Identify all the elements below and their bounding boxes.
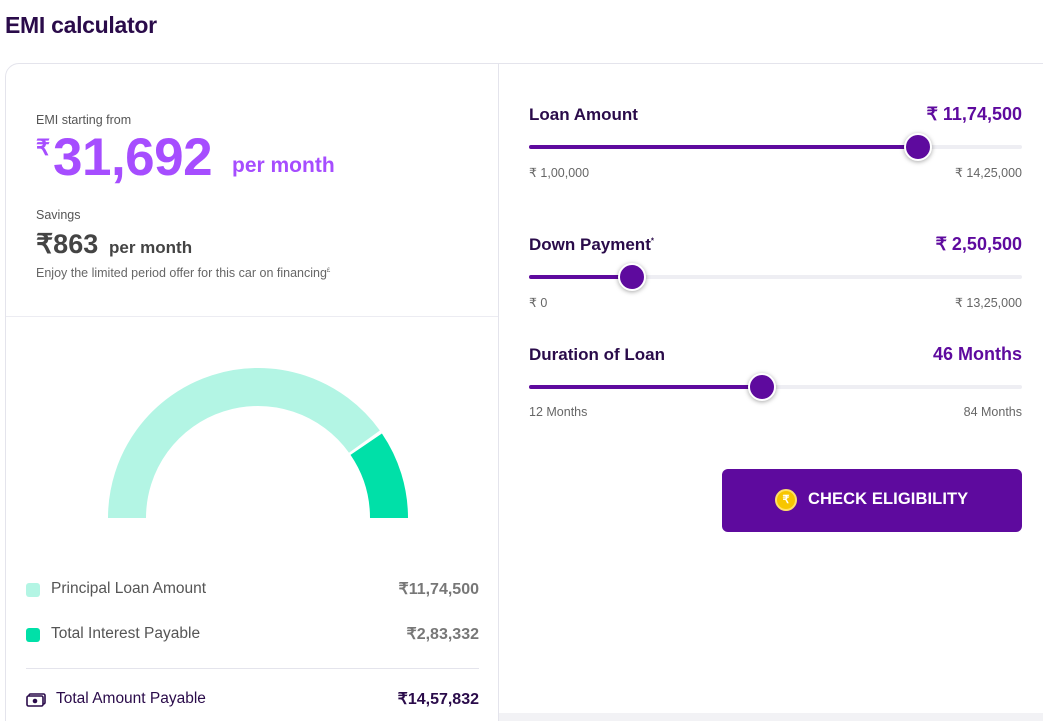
offer-text-label: Enjoy the limited period offer for this …	[36, 266, 327, 280]
down-payment-slider: Down Payment* ₹ 2,50,500 ₹ 0 ₹ 13,25,000	[529, 234, 1022, 315]
total-divider	[26, 668, 479, 669]
down-payment-fill	[529, 275, 632, 279]
interest-label: Total Interest Payable	[51, 625, 201, 642]
principal-value: ₹11,74,500	[398, 581, 479, 598]
down-payment-label-text: Down Payment	[529, 235, 651, 254]
loan-duration-min: 12 Months	[529, 405, 588, 419]
principal-label: Principal Loan Amount	[51, 580, 207, 597]
legend-interest: Total Interest Payable ₹2,83,332	[26, 623, 479, 647]
loan-duration-max: 84 Months	[963, 405, 1022, 419]
principal-arc	[108, 368, 380, 519]
check-eligibility-button[interactable]: ₹ CHECK ELIGIBILITY	[722, 469, 1022, 532]
legend-principal: Principal Loan Amount ₹11,74,500	[26, 578, 479, 602]
emi-label: EMI starting from	[36, 113, 132, 127]
loan-breakdown-gauge	[108, 368, 408, 519]
offer-footnote-mark: £	[326, 267, 331, 274]
cash-icon	[26, 693, 46, 707]
down-payment-min: ₹ 0	[529, 296, 548, 310]
loan-duration-slider: Duration of Loan 46 Months 12 Months 84 …	[529, 344, 1022, 425]
down-payment-track[interactable]	[529, 263, 1022, 291]
loan-duration-label: Duration of Loan	[529, 345, 665, 364]
loan-amount-fill	[529, 145, 919, 149]
loan-amount-label: Loan Amount	[529, 105, 638, 124]
total-payable-row: Total Amount Payable ₹14,57,832	[26, 688, 479, 712]
loan-duration-track[interactable]	[529, 373, 1022, 401]
bottom-strip	[499, 713, 1043, 721]
loan-amount-min: ₹ 1,00,000	[529, 166, 590, 180]
down-payment-max: ₹ 13,25,000	[954, 296, 1022, 310]
page-title: EMI calculator	[5, 12, 157, 38]
down-payment-asterisk: *	[650, 236, 654, 246]
interest-value: ₹2,83,332	[406, 626, 479, 643]
summary-panel: EMI starting from ₹ 31,692 per month Sav…	[6, 64, 499, 721]
offer-text: Enjoy the limited period offer for this …	[36, 266, 330, 280]
down-payment-thumb[interactable]	[617, 263, 646, 291]
loan-duration-thumb[interactable]	[747, 373, 776, 401]
emi-summary: EMI starting from ₹ 31,692 per month Sav…	[6, 64, 498, 317]
loan-amount-slider: Loan Amount ₹ 11,74,500 ₹ 1,00,000 ₹ 14,…	[529, 104, 1022, 185]
rupee-coin-icon: ₹	[775, 489, 797, 511]
emi-calculator-page: EMI calculator EMI starting from ₹ 31,69…	[0, 0, 1043, 721]
savings-per-month: per month	[109, 238, 193, 257]
emi-currency: ₹	[36, 135, 50, 160]
principal-swatch	[26, 583, 40, 597]
down-payment-value: ₹ 2,50,500	[935, 234, 1022, 254]
emi-per-month: per month	[232, 154, 335, 177]
savings-amount: ₹863	[36, 229, 99, 259]
total-value: ₹14,57,832	[397, 691, 479, 708]
interest-swatch	[26, 628, 40, 642]
down-payment-label: Down Payment*	[529, 235, 654, 255]
check-eligibility-label: CHECK ELIGIBILITY	[808, 490, 969, 508]
loan-amount-track[interactable]	[529, 133, 1022, 161]
savings-label: Savings	[36, 208, 81, 222]
loan-amount-max: ₹ 14,25,000	[954, 166, 1022, 180]
loan-duration-fill	[529, 385, 762, 389]
loan-amount-thumb[interactable]	[904, 133, 933, 161]
loan-amount-value: ₹ 11,74,500	[926, 104, 1022, 124]
interest-arc	[350, 433, 408, 519]
total-label: Total Amount Payable	[56, 690, 206, 707]
loan-duration-value: 46 Months	[932, 344, 1022, 364]
emi-amount: 31,692	[53, 128, 213, 187]
